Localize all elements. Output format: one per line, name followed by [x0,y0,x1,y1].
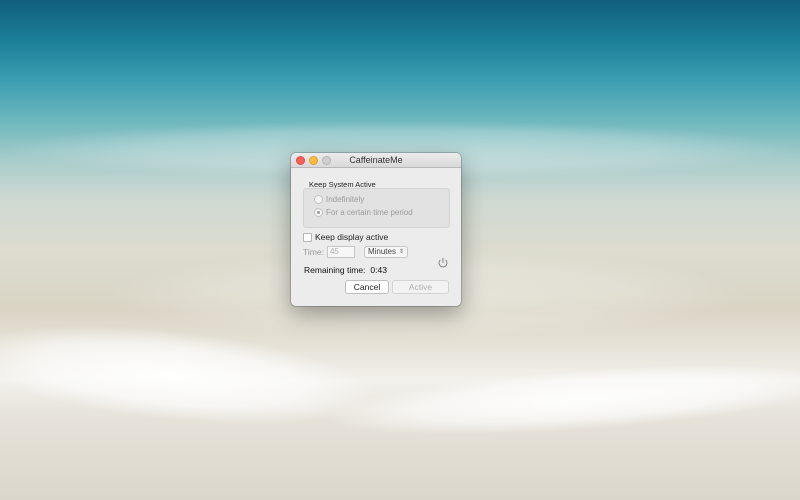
zoom-icon[interactable] [322,156,331,165]
keep-display-active-row[interactable]: Keep display active [303,232,388,242]
radio-time-period-control[interactable] [314,208,323,217]
remaining-time-value: 0:43 [370,265,387,275]
keep-display-label: Keep display active [315,232,389,242]
chevron-updown-icon: ⇕ [398,249,404,255]
time-row: Time: 45 Minutes ⇕ [303,246,408,258]
caffeinateme-window: CaffeinateMe Keep System Active Indefini… [291,153,461,306]
title-bar[interactable]: CaffeinateMe [291,153,461,168]
radio-indefinitely-label: Indefinitely [326,195,365,204]
window-title: CaffeinateMe [349,155,403,165]
time-unit-select[interactable]: Minutes ⇕ [363,246,408,258]
window-controls [296,156,331,165]
minimize-icon[interactable] [309,156,318,165]
radio-time-period[interactable]: For a certain time period [314,208,413,217]
radio-time-period-label: For a certain time period [326,208,413,217]
radio-indefinitely-control[interactable] [314,195,323,204]
time-input[interactable]: 45 [326,246,355,258]
keep-display-checkbox[interactable] [303,232,312,242]
active-button[interactable]: Active [392,280,449,294]
close-icon[interactable] [296,156,305,165]
cancel-button[interactable]: Cancel [345,280,389,294]
remaining-time-label: Remaining time: [304,265,366,275]
wallpaper-foam [318,351,800,449]
time-label: Time: [303,247,324,257]
time-unit-value: Minutes [367,247,396,256]
radio-indefinitely[interactable]: Indefinitely [314,195,364,204]
keep-system-active-group: Indefinitely For a certain time period [303,188,450,228]
remaining-time-row: Remaining time: 0:43 [304,265,387,275]
power-icon[interactable] [437,257,449,269]
